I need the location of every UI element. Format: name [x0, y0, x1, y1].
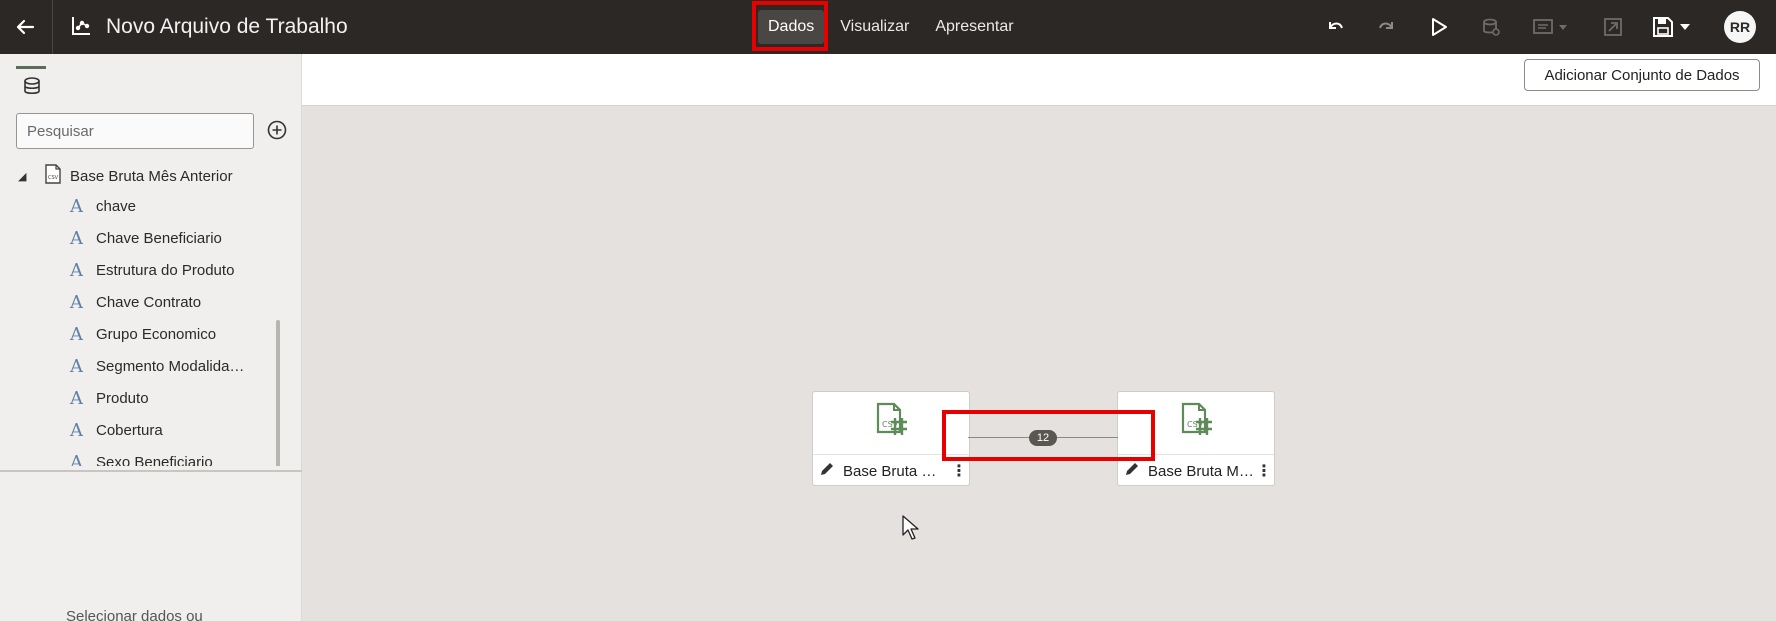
- back-arrow-icon[interactable]: [10, 12, 40, 42]
- header-divider: [52, 0, 53, 54]
- comment-icon[interactable]: [1530, 14, 1574, 40]
- tree-column-item[interactable]: A Chave Contrato: [70, 288, 201, 316]
- top-header: Novo Arquivo de Trabalho Dados Visualiza…: [0, 0, 1776, 54]
- text-column-icon: A: [70, 227, 83, 249]
- export-icon[interactable]: [1600, 14, 1626, 40]
- properties-hint-text: Selecionar dados ou: [66, 608, 203, 621]
- tree-root-dataset[interactable]: ◢ CSV Base Bruta Mês Anterior: [18, 162, 233, 190]
- column-name: Segmento Modalida…: [96, 357, 245, 375]
- data-tab-indicator: [16, 66, 46, 69]
- undo-icon[interactable]: [1322, 14, 1348, 40]
- tree-column-item[interactable]: A Segmento Modalida…: [70, 352, 244, 380]
- database-icon[interactable]: [22, 76, 42, 101]
- text-column-icon: A: [70, 451, 83, 467]
- column-name: Sexo Beneficiario: [96, 453, 213, 467]
- join-diagram-canvas[interactable]: [302, 107, 1776, 621]
- search-input[interactable]: [16, 113, 254, 149]
- column-name: Chave Contrato: [96, 293, 202, 311]
- tree-column-item[interactable]: A Sexo Beneficiario: [70, 448, 213, 467]
- tree-column-item[interactable]: A Estrutura do Produto: [70, 256, 234, 284]
- svg-text:CSV: CSV: [48, 175, 59, 181]
- text-column-icon: A: [70, 387, 83, 409]
- column-name: Grupo Economico: [96, 325, 217, 343]
- text-column-icon: A: [70, 291, 83, 313]
- data-refresh-icon[interactable]: [1478, 14, 1504, 40]
- dataset-file-icon: CSV: [875, 402, 909, 447]
- column-name: chave: [96, 197, 137, 215]
- text-column-icon: A: [70, 355, 83, 377]
- more-options-icon[interactable]: ⋮: [1256, 461, 1272, 481]
- panel-divider[interactable]: [0, 470, 302, 472]
- csv-file-icon: CSV: [44, 164, 62, 188]
- data-panel: ◢ CSV Base Bruta Mês Anterior Achave A Ch…: [0, 54, 302, 621]
- tree-column-item[interactable]: A Grupo Economico: [70, 320, 216, 348]
- tree-column-item[interactable]: A Chave Beneficiario: [70, 224, 222, 252]
- save-icon[interactable]: [1650, 14, 1698, 40]
- redo-icon[interactable]: [1374, 14, 1400, 40]
- tree-column-item[interactable]: A Produto: [70, 384, 149, 412]
- tab-apresentar[interactable]: Apresentar: [925, 10, 1023, 44]
- pencil-icon[interactable]: [1124, 461, 1140, 482]
- workbook-icon: [70, 15, 92, 37]
- user-avatar[interactable]: RR: [1724, 11, 1756, 43]
- more-options-icon[interactable]: ⋮: [951, 461, 967, 481]
- tree-column-item[interactable]: Achave: [70, 192, 136, 220]
- add-dataset-button[interactable]: Adicionar Conjunto de Dados: [1524, 59, 1760, 91]
- column-name: Estrutura do Produto: [96, 261, 235, 279]
- workbook-title[interactable]: Novo Arquivo de Trabalho: [106, 15, 348, 39]
- dataset-name: Base Bruta Mês Anterior: [70, 167, 233, 185]
- add-circle-icon[interactable]: [266, 119, 288, 141]
- text-column-icon: A: [70, 323, 83, 345]
- text-column-icon: A: [70, 259, 83, 281]
- tree-scrollbar[interactable]: [276, 320, 280, 466]
- column-name: Chave Beneficiario: [96, 229, 222, 247]
- collapse-triangle-icon[interactable]: ◢: [18, 170, 34, 183]
- dataset-tree: ◢ CSV Base Bruta Mês Anterior Achave A Ch…: [0, 160, 284, 466]
- highlight-box-dados: [752, 1, 828, 51]
- play-icon[interactable]: [1426, 14, 1452, 40]
- text-column-icon: A: [70, 195, 83, 217]
- node-label: Base Bruta Mê…: [1148, 462, 1256, 480]
- highlight-box-join: [942, 410, 1155, 461]
- column-name: Cobertura: [96, 421, 163, 439]
- mouse-pointer-icon: [902, 515, 920, 546]
- dataset-file-icon: CSV: [1180, 402, 1214, 447]
- pencil-icon[interactable]: [819, 461, 835, 482]
- tab-visualizar[interactable]: Visualizar: [830, 10, 919, 44]
- tree-column-item[interactable]: A Cobertura: [70, 416, 163, 444]
- node-label: Base Bruta …: [843, 462, 937, 480]
- column-name: Produto: [96, 389, 149, 407]
- text-column-icon: A: [70, 419, 83, 441]
